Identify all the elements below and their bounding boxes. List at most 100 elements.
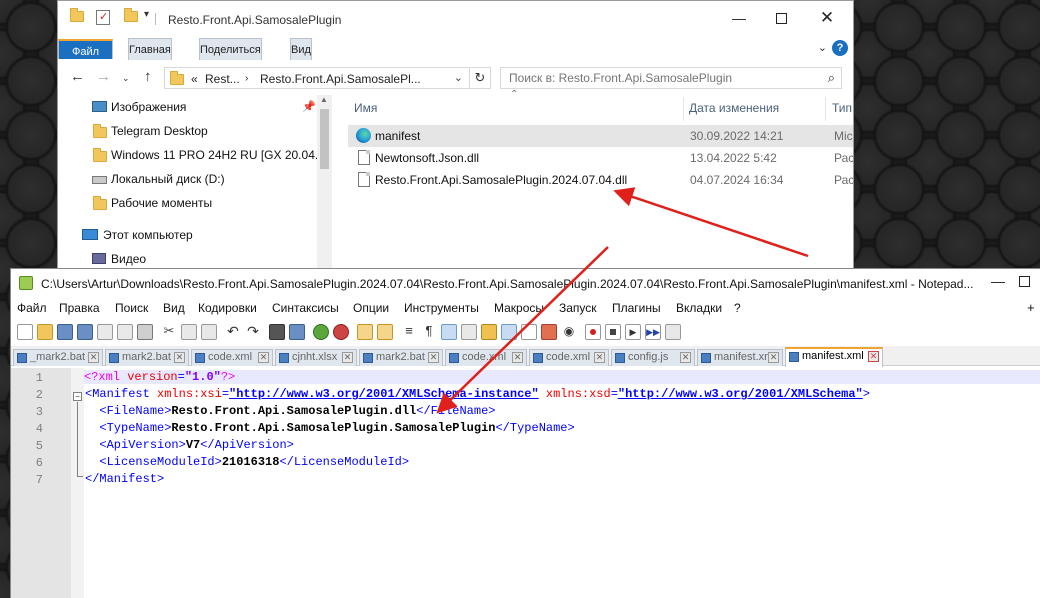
sync-vertical-icon[interactable]: [357, 324, 373, 340]
refresh-button[interactable]: ↻: [469, 67, 491, 89]
zoom-out-icon[interactable]: [333, 324, 349, 340]
file-row-newtonsoft[interactable]: Newtonsoft.Json.dll 13.04.2022 5:42 Расш: [348, 147, 853, 169]
play-multiple-icon[interactable]: ▶▶: [645, 324, 661, 340]
save-all-icon[interactable]: [77, 324, 93, 340]
sidebar-item-drive-d[interactable]: Локальный диск (D:): [58, 167, 318, 191]
ribbon-tab-file[interactable]: Файл: [58, 39, 114, 59]
sync-horizontal-icon[interactable]: [377, 324, 393, 340]
menu-help[interactable]: ?: [734, 301, 741, 315]
close-tab-icon[interactable]: ✕: [768, 352, 779, 363]
menu-encoding[interactable]: Кодировки: [198, 301, 257, 315]
tab-config-js[interactable]: config.js ✕: [611, 349, 695, 366]
scroll-up-icon[interactable]: ▲: [320, 95, 328, 104]
redo-icon[interactable]: ↷: [245, 324, 261, 340]
menu-macros[interactable]: Макросы: [494, 301, 544, 315]
new-file-icon[interactable]: [17, 324, 33, 340]
tab-code-xml-3[interactable]: code.xml ✕: [529, 349, 609, 366]
undo-icon[interactable]: ↶: [225, 324, 241, 340]
file-row-manifest[interactable]: manifest 30.09.2022 14:21 Micr: [348, 125, 853, 147]
play-macro-icon[interactable]: ▶: [625, 324, 641, 340]
quick-access-dropdown-icon[interactable]: ▾: [144, 9, 149, 20]
open-file-icon[interactable]: [37, 324, 53, 340]
folder-workspace-icon[interactable]: [521, 324, 537, 340]
copy-icon[interactable]: [181, 324, 197, 340]
menu-run[interactable]: Запуск: [559, 301, 597, 315]
menu-edit[interactable]: Правка: [59, 301, 100, 315]
close-tab-icon[interactable]: ✕: [594, 352, 605, 363]
replace-icon[interactable]: [289, 324, 305, 340]
sidebar-item-telegram[interactable]: Telegram Desktop: [58, 119, 318, 143]
tab-mark2-bat-1[interactable]: _mark2.bat ✕: [13, 349, 103, 366]
tab-mark2-bat-3[interactable]: mark2.bat ✕: [359, 349, 443, 366]
close-tab-icon[interactable]: ✕: [868, 351, 879, 362]
zoom-in-icon[interactable]: [313, 324, 329, 340]
word-wrap-icon[interactable]: ≡: [401, 324, 417, 340]
search-input[interactable]: [501, 68, 811, 88]
save-macro-icon[interactable]: [665, 324, 681, 340]
sidebar-item-pictures[interactable]: Изображения 📌: [58, 95, 318, 119]
search-icon[interactable]: ⌕: [828, 70, 835, 86]
up-arrow-icon[interactable]: ↑: [144, 68, 152, 85]
record-macro-icon[interactable]: [585, 324, 601, 340]
menu-search[interactable]: Поиск: [115, 301, 148, 315]
function-list-icon[interactable]: [501, 324, 517, 340]
menu-plugins[interactable]: Плагины: [612, 301, 661, 315]
show-all-characters-icon[interactable]: ¶: [421, 324, 437, 340]
breadcrumb-parent[interactable]: Rest...: [205, 72, 240, 86]
close-tab-icon[interactable]: ✕: [88, 352, 99, 363]
preview-icon[interactable]: ◉: [561, 324, 577, 340]
indent-guide-icon[interactable]: [441, 324, 457, 340]
close-file-icon[interactable]: [97, 324, 113, 340]
paste-icon[interactable]: [201, 324, 217, 340]
tab-manifest-xml-1[interactable]: manifest.xml ✕: [697, 349, 783, 366]
column-header-type[interactable]: Тип: [832, 101, 852, 115]
file-row-plugin-dll[interactable]: Resto.Front.Api.SamosalePlugin.2024.07.0…: [348, 169, 853, 191]
menu-syntax[interactable]: Синтаксисы: [272, 301, 339, 315]
tab-mark2-bat-2[interactable]: mark2.bat ✕: [105, 349, 189, 366]
expand-ribbon-icon[interactable]: ⌄: [818, 41, 827, 54]
close-button[interactable]: ✕: [818, 9, 836, 27]
cut-icon[interactable]: ✂: [161, 324, 177, 340]
save-icon[interactable]: [57, 324, 73, 340]
xml-url-value[interactable]: "http://www.w3.org/2001/XMLSchema-instan…: [229, 387, 539, 401]
menu-options[interactable]: Опции: [353, 301, 389, 315]
column-divider[interactable]: [825, 97, 826, 121]
document-map-icon[interactable]: [481, 324, 497, 340]
code-editor[interactable]: 1 2 3 4 5 6 7 − <?xml version="1.0"?> <M…: [11, 368, 1040, 598]
address-overflow[interactable]: «: [191, 72, 198, 86]
properties-icon[interactable]: ✓: [96, 10, 110, 25]
menu-tabs[interactable]: Вкладки: [676, 301, 722, 315]
menu-tools[interactable]: Инструменты: [404, 301, 479, 315]
ribbon-tab-home[interactable]: Главная: [128, 38, 172, 60]
find-icon[interactable]: [269, 324, 285, 340]
column-divider[interactable]: [683, 97, 684, 121]
add-icon[interactable]: +: [1027, 300, 1035, 315]
sidebar-item-windows[interactable]: Windows 11 PRO 24H2 RU [GX 20.04.24: [58, 143, 318, 167]
menu-file[interactable]: Файл: [17, 301, 47, 315]
tab-manifest-xml-active[interactable]: manifest.xml ✕: [785, 347, 883, 367]
help-icon[interactable]: ?: [832, 40, 848, 56]
pin-icon[interactable]: 📌: [302, 95, 316, 119]
fold-toggle-icon[interactable]: −: [73, 392, 82, 401]
breadcrumb-current[interactable]: Resto.Front.Api.SamosalePl...: [260, 72, 421, 86]
sidebar-item-this-pc[interactable]: Этот компьютер: [58, 223, 318, 247]
ribbon-tab-view[interactable]: Вид: [290, 38, 312, 60]
maximize-button[interactable]: [1019, 276, 1030, 287]
address-bar[interactable]: « Rest... › Resto.Front.Api.SamosalePl..…: [164, 67, 490, 89]
sidebar-item-work[interactable]: Рабочие моменты: [58, 191, 318, 215]
tab-code-xml-1[interactable]: code.xml ✕: [191, 349, 273, 366]
address-dropdown-icon[interactable]: ⌄: [454, 71, 463, 84]
udl-icon[interactable]: [461, 324, 477, 340]
recent-locations-icon[interactable]: ⌄: [122, 73, 130, 84]
minimize-button[interactable]: —: [991, 273, 1005, 289]
monitoring-icon[interactable]: [541, 324, 557, 340]
close-tab-icon[interactable]: ✕: [512, 352, 523, 363]
sidebar-scrollbar[interactable]: ▲: [317, 95, 332, 271]
scrollbar-thumb[interactable]: [320, 109, 329, 169]
tab-code-xml-2[interactable]: code.xml ✕: [445, 349, 527, 366]
close-tab-icon[interactable]: ✕: [342, 352, 353, 363]
back-arrow-icon[interactable]: ←: [70, 68, 85, 85]
tab-cjnht-xlsx[interactable]: cjnht.xlsx ✕: [275, 349, 357, 366]
close-tab-icon[interactable]: ✕: [680, 352, 691, 363]
menu-view[interactable]: Вид: [163, 301, 185, 315]
